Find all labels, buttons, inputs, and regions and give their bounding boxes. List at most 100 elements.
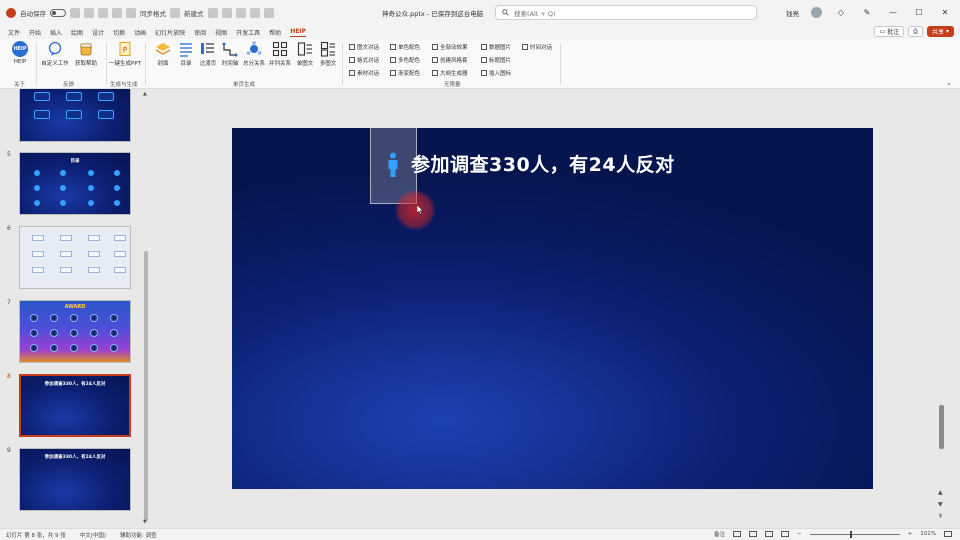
editor-scrollbar-thumb[interactable] (939, 405, 944, 449)
reading-view-icon[interactable] (765, 531, 774, 537)
slide-thumbnail-9[interactable]: 参加调查330人，有24人反对 (19, 448, 131, 511)
text-box-icon[interactable] (207, 7, 218, 18)
checkbox-outline-generator[interactable]: 大纲生成器 (432, 69, 468, 77)
tab-developer[interactable]: 开发工具 (236, 27, 260, 38)
checkbox-multi-color[interactable]: 多色配色 (390, 56, 420, 64)
scroll-down-icon[interactable]: ▼ (143, 519, 147, 525)
checkbox-single-color[interactable]: 单色配色 (390, 43, 420, 51)
single-image-text-button[interactable]: 单图文 (293, 41, 317, 67)
slide-canvas[interactable]: 参加调查330人，有24人反对 (232, 128, 873, 489)
scroll-down-icon[interactable]: ▼ (938, 501, 943, 508)
multi-image-text-button[interactable]: 多图文 (316, 41, 340, 67)
hierarchy-button[interactable]: 总分关系 (242, 41, 266, 67)
tab-design[interactable]: 设计 (92, 27, 104, 38)
ribbon-collapse-chevron-icon[interactable]: ⌄ (946, 79, 952, 87)
get-help-button[interactable]: 获取帮助 (74, 41, 98, 67)
toc-button[interactable]: 目录 (174, 41, 198, 67)
cover-button[interactable]: 封面 (151, 41, 175, 67)
tab-review[interactable]: 审阅 (194, 27, 206, 38)
checkbox-material-dialog[interactable]: 素材对话 (349, 69, 379, 77)
scrollbar-thumb[interactable] (144, 251, 148, 521)
thumb-box (60, 235, 72, 241)
tab-insert[interactable]: 插入 (50, 27, 62, 38)
tab-heip[interactable]: HEIP (290, 27, 306, 37)
thumb-award-badge (110, 344, 118, 352)
parallel-button[interactable]: 并列关系 (268, 41, 292, 67)
document-title[interactable]: 神奇公众.pptx - 已保存到这台电脑 (382, 8, 483, 18)
table-icon[interactable] (235, 7, 246, 18)
thumbnails-scrollbar[interactable]: ▲ ▼ (143, 91, 149, 526)
checkbox-insert-icon[interactable]: 插入图标 (481, 69, 511, 77)
tab-transitions[interactable]: 切换 (113, 27, 125, 38)
maximize-icon[interactable]: ☐ (912, 8, 926, 17)
slide-thumbnail-6[interactable] (19, 226, 131, 289)
scroll-up-icon[interactable]: ▲ (143, 91, 147, 97)
zoom-out-icon[interactable]: − (797, 531, 802, 537)
checkbox-gradient-color[interactable]: 渐变配色 (390, 69, 420, 77)
person-icon[interactable] (386, 152, 400, 178)
checkbox-create-style[interactable]: 创建风格套 (432, 56, 468, 64)
checkbox-format-dialog[interactable]: 格式对话 (349, 56, 379, 64)
customize-qa-icon[interactable] (263, 7, 274, 18)
checkbox-time-dialog[interactable]: 时间对话 (522, 43, 552, 51)
redo-icon[interactable] (98, 7, 108, 18)
group-label-feedback: 反馈 (63, 82, 75, 88)
slide-sorter-icon[interactable] (749, 531, 758, 537)
notes-button[interactable]: 备注 (714, 530, 725, 538)
zoom-slider[interactable] (809, 530, 900, 538)
images-icon (320, 41, 335, 57)
checkbox-data-image[interactable]: 数据图片 (481, 43, 511, 51)
language[interactable]: 中文(中国) (80, 531, 106, 539)
quick-access-new[interactable]: 新建式 (184, 8, 204, 18)
shape-icon[interactable] (170, 7, 180, 18)
search-box[interactable]: 搜索(Alt + Q) (495, 5, 757, 20)
user-name[interactable]: 钱亮 (786, 8, 799, 18)
present-icon[interactable] (112, 7, 122, 18)
timeline-button[interactable]: 时间轴 (218, 41, 242, 67)
prev-slide-icon[interactable]: ⇞ (938, 513, 943, 520)
slide-title[interactable]: 参加调查330人，有24人反对 (411, 150, 675, 177)
slideshow-icon[interactable] (781, 531, 790, 537)
picture-icon[interactable] (249, 7, 260, 18)
custom-work-button[interactable]: 自定义工作 (41, 41, 69, 67)
record-button[interactable]: ⎙ (908, 26, 923, 37)
comments-button[interactable]: ▭ 批注 (874, 26, 905, 37)
quick-access-sync-format[interactable]: 同步格式 (140, 8, 166, 18)
tab-view[interactable]: 视图 (215, 27, 227, 38)
slide-thumbnail-8[interactable]: 参加调查330人，有24人反对 (19, 374, 131, 437)
tab-draw[interactable]: 绘图 (71, 27, 83, 38)
checkbox-image-dialog[interactable]: 图文对话 (349, 43, 379, 51)
close-icon[interactable]: ✕ (938, 8, 952, 17)
normal-view-icon[interactable] (733, 531, 742, 537)
format-painter-icon[interactable] (126, 7, 136, 18)
pen-icon[interactable]: ✎ (860, 8, 874, 17)
accessibility-status[interactable]: 辅助功能: 调查 (120, 531, 157, 539)
zoom-level[interactable]: 101% (920, 531, 936, 537)
minimize-icon[interactable]: — (886, 8, 900, 17)
autosave-toggle[interactable] (50, 8, 66, 17)
slide-thumbnail-5[interactable]: 目录 (19, 152, 131, 215)
checkbox-title-image[interactable]: 标题图片 (481, 56, 511, 64)
slide-thumbnail[interactable] (19, 89, 131, 142)
save-icon[interactable] (70, 7, 80, 18)
avatar[interactable] (811, 7, 822, 18)
tab-help[interactable]: 帮助 (269, 27, 281, 38)
editor-scrollbar[interactable]: ▲ ▼ ⇞ (936, 89, 948, 528)
diamond-icon[interactable]: ◇ (834, 8, 848, 17)
zoom-in-icon[interactable]: + (908, 531, 913, 537)
tab-file[interactable]: 文件 (8, 27, 20, 38)
share-button[interactable]: 共享 ▾ (926, 26, 954, 37)
scroll-up-icon[interactable]: ▲ (938, 489, 943, 496)
ribbon-separator (106, 43, 107, 85)
tab-home[interactable]: 开始 (29, 27, 41, 38)
checkbox-all-effects[interactable]: 全部动效果 (432, 43, 468, 51)
fit-to-window-icon[interactable] (944, 531, 952, 537)
undo-icon[interactable] (84, 7, 94, 18)
tab-animations[interactable]: 动画 (134, 27, 146, 38)
generate-ppt-button[interactable]: P 一键生成PPT (109, 41, 141, 67)
align-icon[interactable] (221, 7, 232, 18)
slide-thumbnail-7[interactable]: AWARD (19, 300, 131, 363)
heip-button[interactable]: HEIP HEIP (8, 41, 32, 65)
transition-page-button[interactable]: 过渡页 (196, 41, 220, 67)
tab-slideshow[interactable]: 幻灯片放映 (155, 27, 185, 38)
